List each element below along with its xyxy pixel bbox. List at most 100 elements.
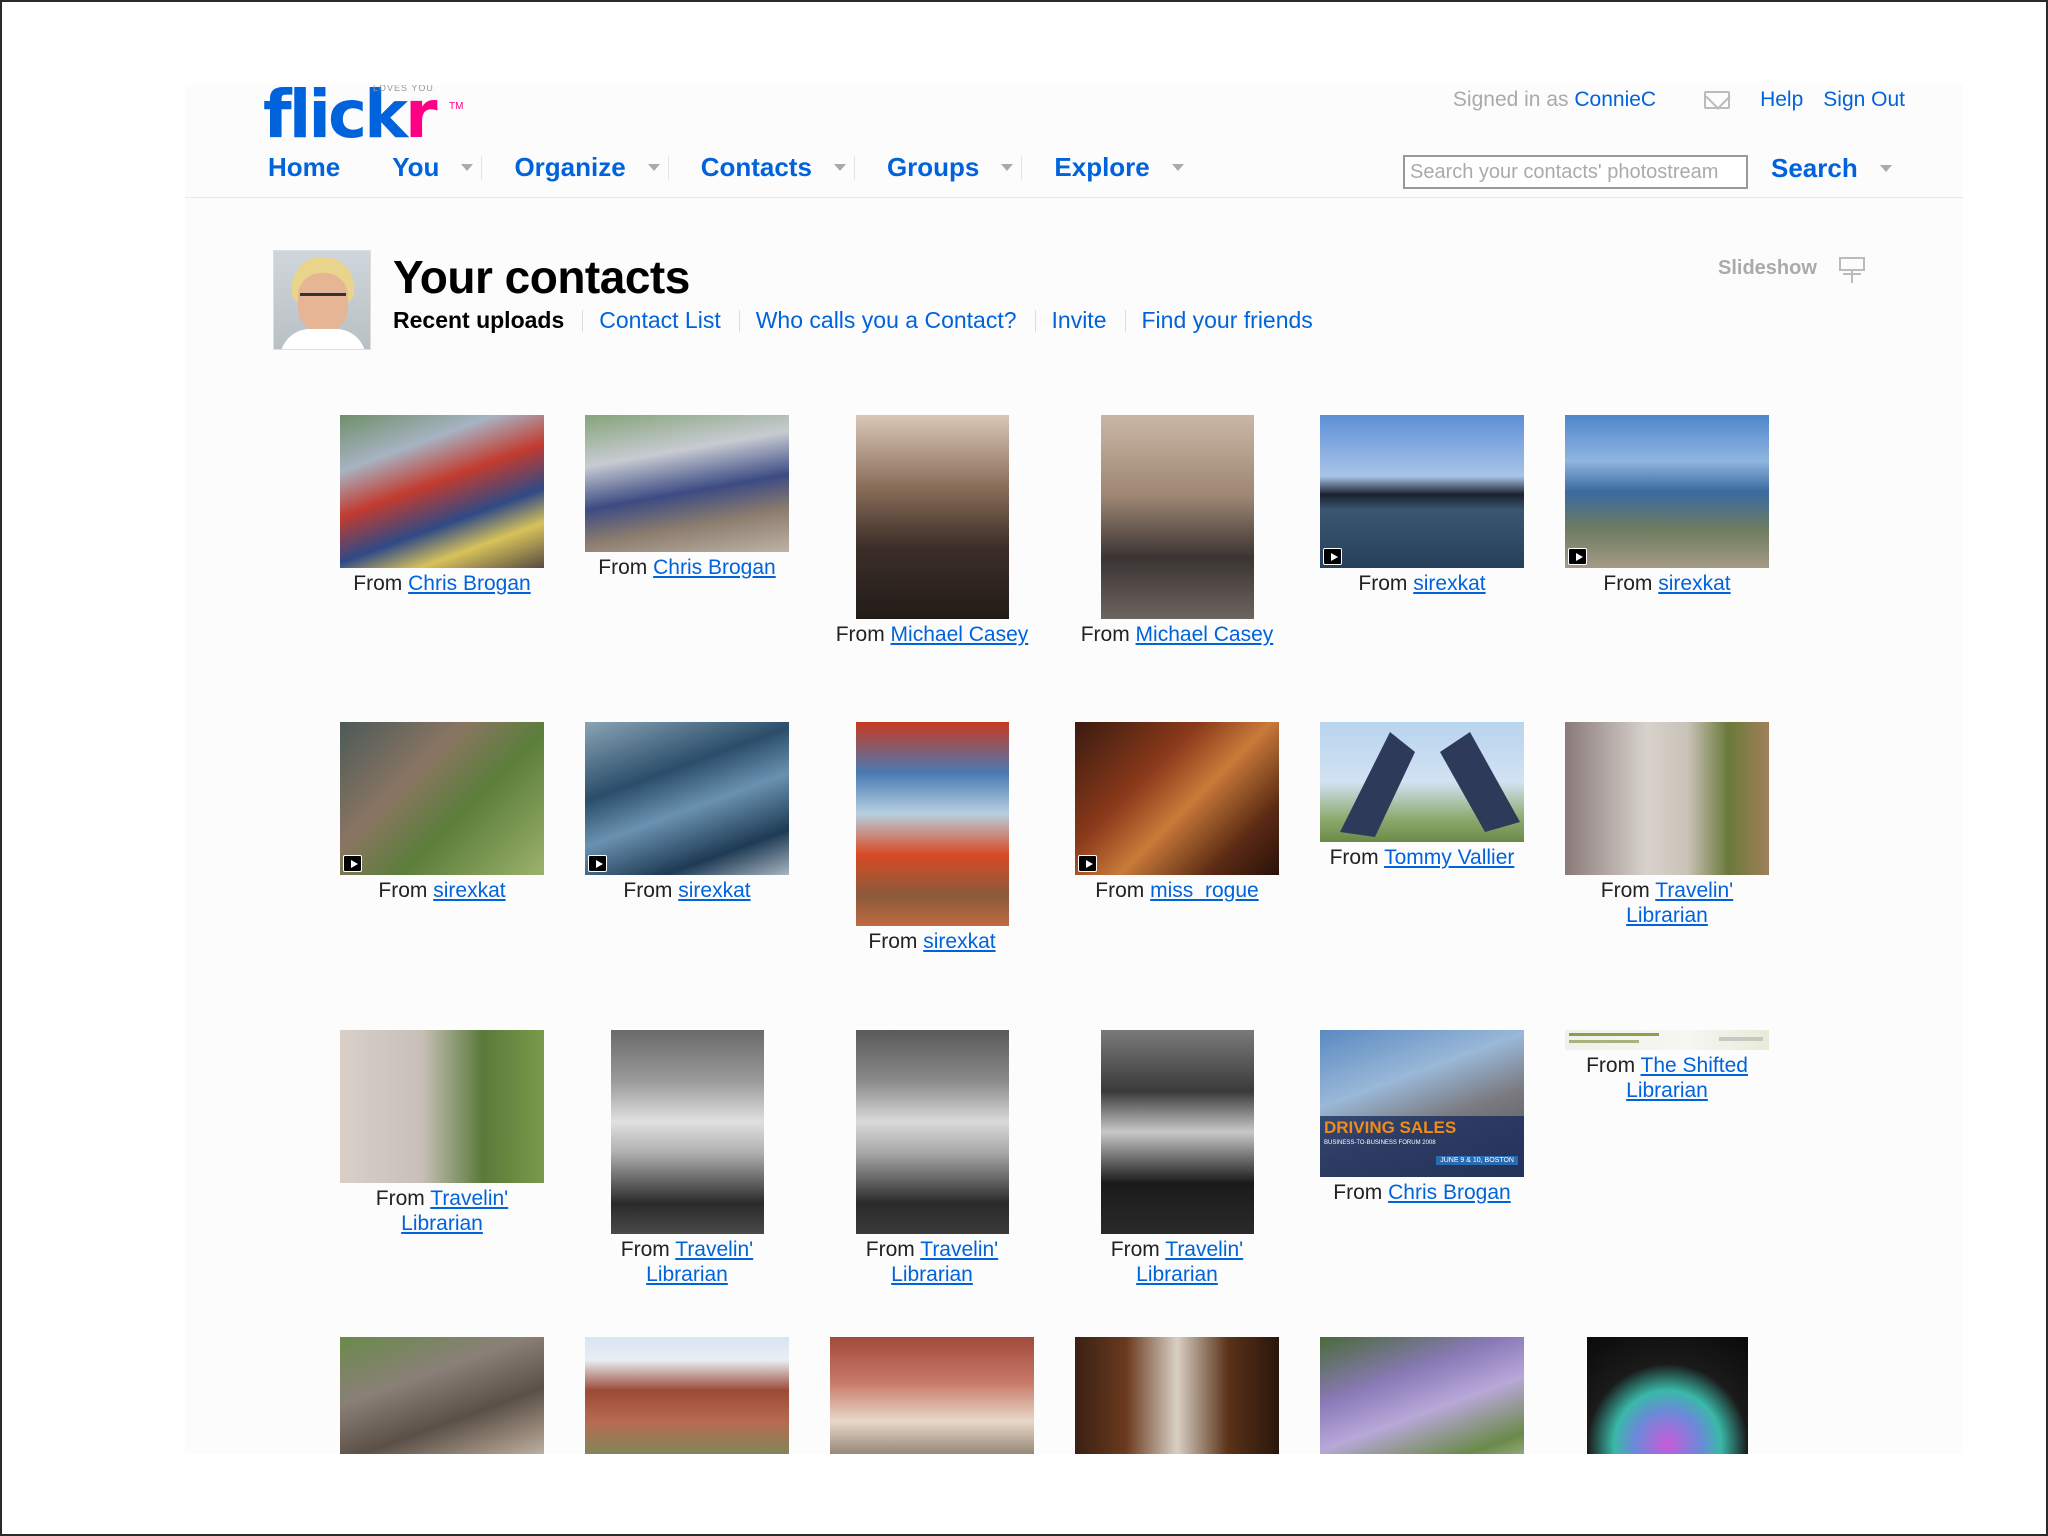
contact-link[interactable]: Michael Casey [1136,623,1274,646]
photo-thumbnail[interactable] [1100,1030,1254,1234]
photo-thumbnail[interactable] [1565,722,1769,875]
contact-link[interactable]: Chris Brogan [1388,1181,1511,1204]
photo-thumbnail[interactable] [585,722,789,875]
nav-home[interactable]: Home [268,152,340,183]
chevron-down-icon[interactable] [1879,165,1892,172]
photo-thumbnail[interactable] [585,415,789,552]
nav-explore[interactable]: Explore [1054,152,1184,183]
contact-link[interactable]: sirexkat [1658,572,1730,595]
video-play-icon [1078,855,1097,872]
photo-thumbnail[interactable] [1320,1337,1524,1454]
chevron-down-icon[interactable] [833,164,846,171]
photo-item: From sirexkat [1565,415,1769,596]
contact-link[interactable]: Michael Casey [891,623,1029,646]
nav-contacts[interactable]: Contacts [701,152,846,183]
photo-item [830,1337,1034,1454]
photo-item [585,1337,789,1454]
photo-thumbnail[interactable] [1320,415,1524,568]
photo-item: From miss_rogue [1075,722,1279,903]
photo-thumbnail[interactable] [855,1030,1009,1234]
photo-thumbnail[interactable] [855,415,1009,619]
photo-thumbnail[interactable] [340,722,544,875]
chevron-down-icon[interactable] [461,164,474,171]
video-play-icon [343,855,362,872]
photo-thumbnail[interactable] [1075,722,1279,875]
nav-you[interactable]: You [392,152,474,183]
slideshow-icon [1837,253,1867,283]
photo-item: From sirexkat [585,722,789,903]
photo-item: From Travelin' Librarian [1075,1030,1279,1287]
signed-in-status: Signed in as ConnieC [1452,88,1657,111]
logo-trademark: TM [449,101,464,112]
flickr-page: flickr LOVES YOU TM Signed in as ConnieC… [185,85,1963,1454]
contact-link[interactable]: Tommy Vallier [1384,846,1514,869]
contact-link[interactable]: sirexkat [433,879,505,902]
photo-thumbnail[interactable] [1100,415,1254,619]
search-button[interactable]: Search [1771,153,1892,184]
search-input[interactable]: Search your contacts' photostream [1403,155,1748,189]
photo-thumbnail[interactable] [585,1337,789,1454]
tab-recent-uploads: Recent uploads [393,307,565,333]
photo-item: From Michael Casey [1075,415,1279,647]
contact-link[interactable]: miss_rogue [1150,879,1259,902]
photo-item: From sirexkat [830,722,1034,954]
photo-thumbnail[interactable] [610,1030,764,1234]
photo-thumbnail[interactable] [340,1337,544,1454]
main-nav: Home You Organize Contacts Groups Explor… [268,152,1184,183]
account-bar: Signed in as ConnieC Help Sign Out [1453,88,1905,112]
chevron-down-icon[interactable] [647,164,660,171]
presentation-slide-frame: flickr LOVES YOU TM Signed in as ConnieC… [0,0,2048,1536]
photo-item [1565,1337,1769,1454]
photo-thumbnail[interactable]: DRIVING SALES BUSINESS-TO-BUSINESS FORUM… [1320,1030,1524,1177]
photo-thumbnail[interactable] [855,722,1009,926]
tab-who-calls-you[interactable]: Who calls you a Contact? [756,307,1017,334]
photo-item: From Travelin' Librarian [1565,722,1769,928]
photo-item: DRIVING SALES BUSINESS-TO-BUSINESS FORUM… [1320,1030,1524,1205]
photo-item: From Travelin' Librarian [340,1030,544,1236]
photo-item: From Chris Brogan [340,415,544,596]
avatar[interactable] [273,250,371,350]
photo-thumbnail[interactable] [1320,722,1524,842]
contact-link[interactable]: Chris Brogan [653,556,776,579]
photo-thumbnail[interactable] [1075,1337,1279,1454]
flickr-logo[interactable]: flickr LOVES YOU TM [263,85,463,148]
tab-invite[interactable]: Invite [1052,307,1107,334]
photo-thumbnail[interactable] [1565,415,1769,568]
contacts-subnav: Recent uploads Contact List Who calls yo… [393,307,1313,334]
photo-item [1320,1337,1524,1454]
tab-contact-list[interactable]: Contact List [599,307,720,334]
photo-item [1075,1337,1279,1454]
tab-find-friends[interactable]: Find your friends [1142,307,1313,334]
photo-thumbnail[interactable] [1565,1030,1769,1050]
contact-link[interactable]: Chris Brogan [408,572,531,595]
photo-item: From Chris Brogan [585,415,789,580]
photo-item: From The Shifted Librarian [1565,1030,1769,1103]
photo-thumbnail[interactable] [830,1337,1034,1454]
thumbnail-banner-title: DRIVING SALES [1324,1118,1457,1137]
header-divider [185,197,1963,198]
contact-link[interactable]: The Shifted Librarian [1626,1054,1748,1102]
slideshow-button[interactable]: Slideshow [1718,253,1867,283]
photo-thumbnail[interactable] [340,415,544,568]
photo-item: From Michael Casey [830,415,1034,647]
photo-item: From Tommy Vallier [1320,722,1524,870]
help-link[interactable]: Help [1760,88,1803,112]
sign-out-link[interactable]: Sign Out [1823,88,1905,112]
nav-groups[interactable]: Groups [887,152,1014,183]
contact-link[interactable]: sirexkat [678,879,750,902]
page-title: Your contacts [393,251,690,303]
photo-item [340,1337,544,1454]
chevron-down-icon[interactable] [1171,164,1184,171]
thumbnail-banner-date: JUNE 9 & 10, BOSTON [1436,1156,1518,1165]
mail-icon[interactable] [1704,91,1731,109]
photo-thumbnail[interactable] [1586,1337,1748,1454]
photo-thumbnail[interactable] [340,1030,544,1183]
video-play-icon [1323,548,1342,565]
nav-organize[interactable]: Organize [514,152,660,183]
photo-item: From sirexkat [1320,415,1524,596]
chevron-down-icon[interactable] [1001,164,1014,171]
contact-link[interactable]: sirexkat [923,930,995,953]
username-link[interactable]: ConnieC [1574,88,1656,111]
contact-link[interactable]: sirexkat [1413,572,1485,595]
video-play-icon [1568,548,1587,565]
